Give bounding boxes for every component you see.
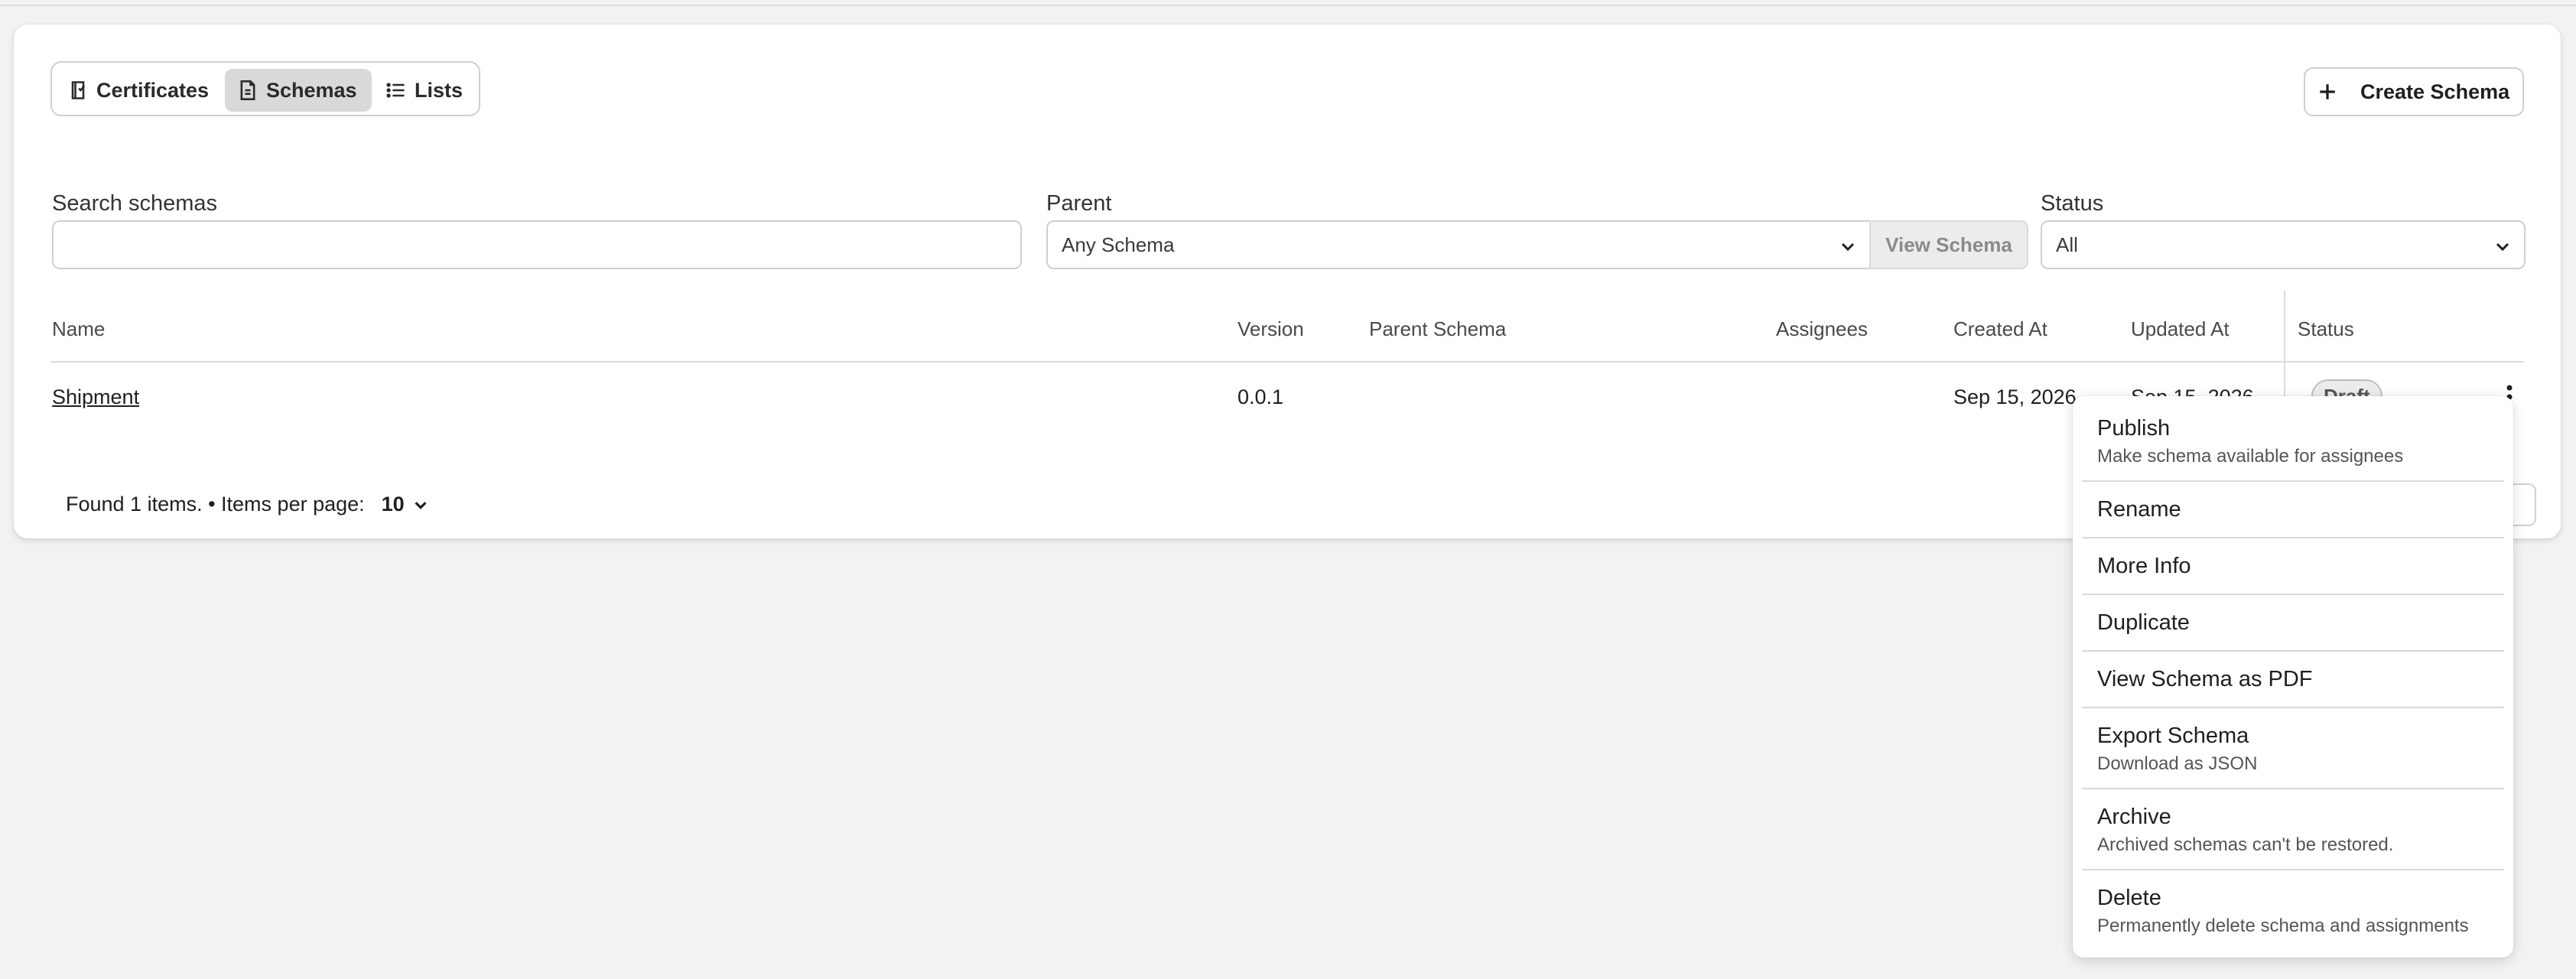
found-items-text: Found 1 items. • Items per page: [66,493,365,516]
status-select-value: All [2056,233,2078,256]
plus-icon [2320,84,2335,99]
column-parent-schema[interactable]: Parent Schema [1369,317,1506,341]
list-icon [386,83,405,98]
menu-item-subtitle: Download as JSON [2097,753,2258,774]
menu-divider [2082,788,2504,789]
pagination-footer: Found 1 items. • Items per page: 10 [66,493,429,516]
column-status[interactable]: Status [2298,317,2354,341]
create-schema-label: Create Schema [2360,80,2510,103]
menu-divider [2082,650,2504,652]
view-switcher: Certificates Schemas Lists [50,61,480,116]
row-name-link[interactable]: Shipment [52,385,139,409]
menu-item-more-info[interactable]: More Info [2097,554,2191,579]
menu-item-subtitle: Make schema available for assignees [2097,446,2404,467]
certificate-icon [71,81,86,99]
schema-file-icon [240,80,255,100]
search-input[interactable] [52,220,1022,269]
row-version: 0.0.1 [1238,385,1284,408]
create-schema-button[interactable]: Create Schema [2304,67,2524,116]
search-label: Search schemas [52,191,217,216]
menu-item-publish[interactable]: Publish Make schema available for assign… [2097,416,2403,467]
status-select[interactable]: All [2041,220,2526,269]
column-assignees[interactable]: Assignees [1776,317,1868,341]
menu-divider [2082,537,2504,538]
tab-certificates[interactable]: Certificates [63,69,213,112]
parent-select[interactable]: Any Schema [1046,220,1871,269]
tab-lists-label: Lists [415,78,463,102]
chevron-down-icon [1841,242,1855,252]
column-version[interactable]: Version [1238,317,1304,341]
menu-item-view-pdf[interactable]: View Schema as PDF [2097,667,2313,692]
menu-divider [2082,707,2504,708]
menu-item-title: Archive [2097,805,2171,829]
menu-item-title: Delete [2097,886,2161,910]
items-per-page-value: 10 [381,493,405,516]
status-label: Status [2041,191,2104,216]
menu-item-title: View Schema as PDF [2097,667,2313,691]
menu-item-archive[interactable]: Archive Archived schemas can't be restor… [2097,805,2393,856]
parent-select-value: Any Schema [1062,233,1175,256]
parent-label: Parent [1046,191,1112,216]
menu-item-subtitle: Archived schemas can't be restored. [2097,834,2394,855]
tab-certificates-label: Certificates [96,78,210,102]
menu-item-rename[interactable]: Rename [2097,497,2181,522]
column-updated-at[interactable]: Updated At [2131,317,2230,341]
menu-divider [2082,594,2504,595]
menu-item-title: Export Schema [2097,724,2249,748]
menu-item-subtitle: Permanently delete schema and assignment… [2097,916,2469,936]
tab-schemas[interactable]: Schemas [225,69,372,112]
row-actions-menu: Publish Make schema available for assign… [2073,396,2513,958]
column-name[interactable]: Name [52,317,105,341]
menu-item-export-schema[interactable]: Export Schema Download as JSON [2097,724,2257,775]
menu-item-duplicate[interactable]: Duplicate [2097,610,2190,636]
view-schema-button[interactable]: View Schema [1869,220,2028,269]
menu-item-delete[interactable]: Delete Permanently delete schema and ass… [2097,886,2469,937]
menu-item-title: More Info [2097,554,2191,578]
menu-item-title: Duplicate [2097,610,2190,635]
row-created-at: Sep 15, 2026 [1953,385,2077,408]
menu-item-title: Publish [2097,416,2171,441]
chevron-down-icon [415,501,427,509]
header-divider [50,361,2524,363]
menu-divider [2082,480,2504,482]
menu-item-title: Rename [2097,497,2181,522]
top-border [0,0,2576,6]
column-created-at[interactable]: Created At [1953,317,2047,341]
tab-schemas-label: Schemas [266,78,357,102]
tab-lists[interactable]: Lists [385,69,470,112]
items-per-page-select[interactable]: 10 [382,493,429,516]
menu-divider [2082,869,2504,870]
chevron-down-icon [2496,242,2509,252]
